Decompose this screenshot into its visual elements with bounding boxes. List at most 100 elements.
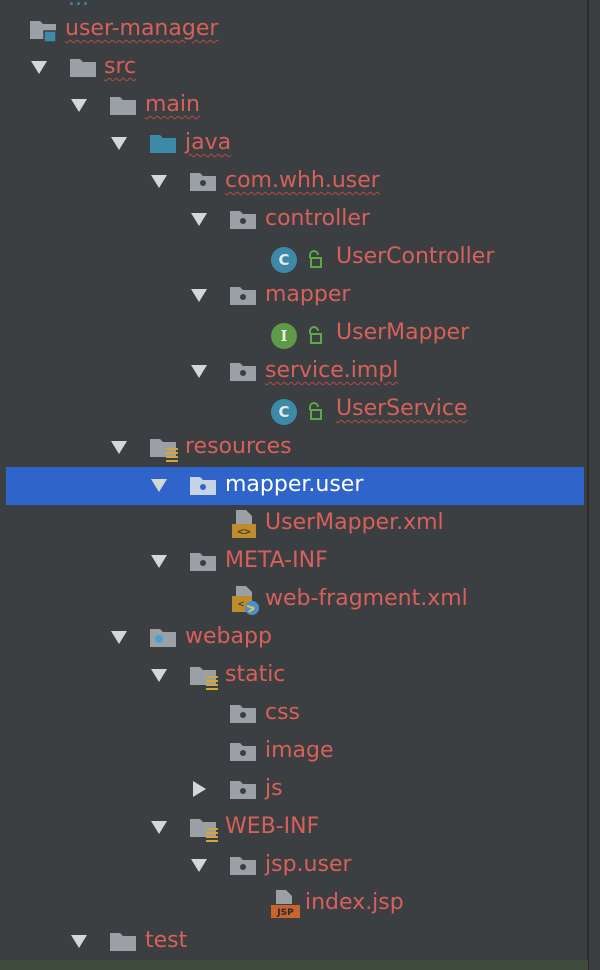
tree-row-web-fragment-xml[interactable]: < web-fragment.xml — [0, 581, 584, 619]
node-label: mapper.user — [225, 472, 364, 497]
project-tree: ... user-manager src main java — [0, 0, 600, 970]
jsp-file-icon: JSP — [270, 888, 302, 924]
tree-row-meta-inf[interactable]: META-INF — [0, 543, 584, 581]
class-icon: C — [271, 247, 297, 273]
panel-divider — [587, 0, 589, 970]
package-icon — [228, 359, 258, 389]
tree-row-service-impl[interactable]: service.impl — [0, 353, 584, 391]
node-label: test — [145, 928, 188, 953]
package-icon — [188, 169, 218, 199]
node-label: UserController — [336, 244, 495, 269]
package-icon — [228, 701, 258, 731]
source-folder-icon — [148, 131, 178, 161]
node-label: src — [104, 54, 137, 79]
tree-row-webapp[interactable]: webapp — [0, 619, 584, 657]
expand-arrow-icon[interactable] — [151, 821, 167, 834]
expand-arrow-icon[interactable] — [71, 935, 87, 948]
tree-row-user-controller[interactable]: C UserController — [0, 239, 584, 277]
expand-arrow-icon[interactable] — [151, 669, 167, 682]
node-label: mapper — [265, 282, 351, 307]
expand-arrow-icon[interactable] — [151, 175, 167, 188]
tree-row-resources[interactable]: resources — [0, 429, 584, 467]
tree-row-user-mapper-xml[interactable]: <> UserMapper.xml — [0, 505, 584, 543]
tree-row-java[interactable]: java — [0, 125, 584, 163]
module-folder-icon — [28, 17, 60, 49]
interface-icon: I — [271, 323, 297, 349]
node-label: jsp.user — [265, 852, 352, 877]
node-label: main — [145, 92, 200, 117]
node-label: java — [185, 130, 232, 155]
unlock-icon — [305, 401, 323, 425]
expand-arrow-icon[interactable] — [111, 441, 127, 454]
expand-arrow-icon[interactable] — [31, 61, 47, 74]
folder-icon — [108, 93, 138, 123]
expand-arrow-icon[interactable] — [191, 213, 207, 226]
node-label: image — [265, 738, 334, 763]
tree-row-image[interactable]: image — [0, 733, 584, 771]
expand-arrow-icon[interactable] — [151, 479, 167, 492]
package-icon — [228, 739, 258, 769]
tree-row-com-whh-user[interactable]: com.whh.user — [0, 163, 584, 201]
package-icon — [228, 207, 258, 237]
unlock-icon — [305, 249, 323, 273]
resources-folder-icon — [188, 663, 222, 695]
tree-row-js[interactable]: js — [0, 771, 584, 809]
package-icon — [188, 473, 218, 503]
node-label: web-fragment.xml — [265, 586, 468, 611]
expand-arrow-icon[interactable] — [191, 859, 207, 872]
node-label: UserMapper.xml — [265, 510, 444, 535]
node-label: com.whh.user — [225, 168, 380, 193]
package-icon — [228, 777, 258, 807]
tree-row-index-jsp[interactable]: JSP index.jsp — [0, 885, 584, 923]
node-label: webapp — [185, 624, 272, 649]
web-folder-icon — [148, 625, 178, 655]
node-label: user-manager — [65, 16, 219, 41]
folder-icon — [108, 929, 138, 959]
unlock-icon — [305, 325, 323, 349]
tree-row-user-mapper[interactable]: I UserMapper — [0, 315, 584, 353]
expand-arrow-icon[interactable] — [111, 631, 127, 644]
node-label: css — [265, 700, 301, 725]
web-xml-file-icon: < — [230, 584, 262, 620]
expand-arrow-icon[interactable] — [111, 137, 127, 150]
node-label: UserMapper — [336, 320, 470, 345]
tree-row-user-service[interactable]: C UserService — [0, 391, 584, 429]
package-icon — [228, 853, 258, 883]
expand-arrow-icon[interactable] — [191, 365, 207, 378]
svg-text:<: < — [238, 599, 244, 610]
node-label: js — [265, 776, 283, 801]
node-label: META-INF — [225, 548, 328, 573]
node-label: static — [225, 662, 286, 687]
tree-row-mapper-user[interactable]: mapper.user — [6, 467, 584, 505]
tree-row-test[interactable]: test — [0, 923, 584, 961]
expand-arrow-icon[interactable] — [151, 555, 167, 568]
tree-row-css[interactable]: css — [0, 695, 584, 733]
tree-row-web-inf[interactable]: WEB-INF — [0, 809, 584, 847]
resources-folder-icon — [188, 815, 222, 847]
tree-row-controller[interactable]: controller — [0, 201, 584, 239]
node-label: resources — [185, 434, 292, 459]
node-label: controller — [265, 206, 370, 231]
tree-row-mapper[interactable]: mapper — [0, 277, 584, 315]
node-label: UserService — [336, 396, 468, 421]
xml-file-icon: <> — [230, 508, 260, 544]
xml-tag: <> — [237, 525, 251, 538]
tree-row-main[interactable]: main — [0, 87, 584, 125]
package-icon — [188, 549, 218, 579]
jsp-tag: JSP — [276, 908, 294, 918]
tree-row-jsp-user[interactable]: jsp.user — [0, 847, 584, 885]
tree-row-user-manager[interactable]: user-manager — [0, 11, 584, 49]
node-label: WEB-INF — [225, 814, 320, 839]
folder-icon — [68, 55, 98, 85]
node-label: index.jsp — [305, 890, 404, 915]
tree-row-static[interactable]: static — [0, 657, 584, 695]
collapse-arrow-icon[interactable] — [193, 781, 206, 797]
expand-arrow-icon[interactable] — [71, 99, 87, 112]
resources-folder-icon — [148, 435, 182, 467]
tree-row-src[interactable]: src — [0, 49, 584, 87]
horizontal-scrollbar[interactable] — [0, 960, 588, 970]
package-icon — [228, 283, 258, 313]
node-label: service.impl — [265, 358, 399, 383]
class-icon: C — [271, 399, 297, 425]
expand-arrow-icon[interactable] — [191, 289, 207, 302]
